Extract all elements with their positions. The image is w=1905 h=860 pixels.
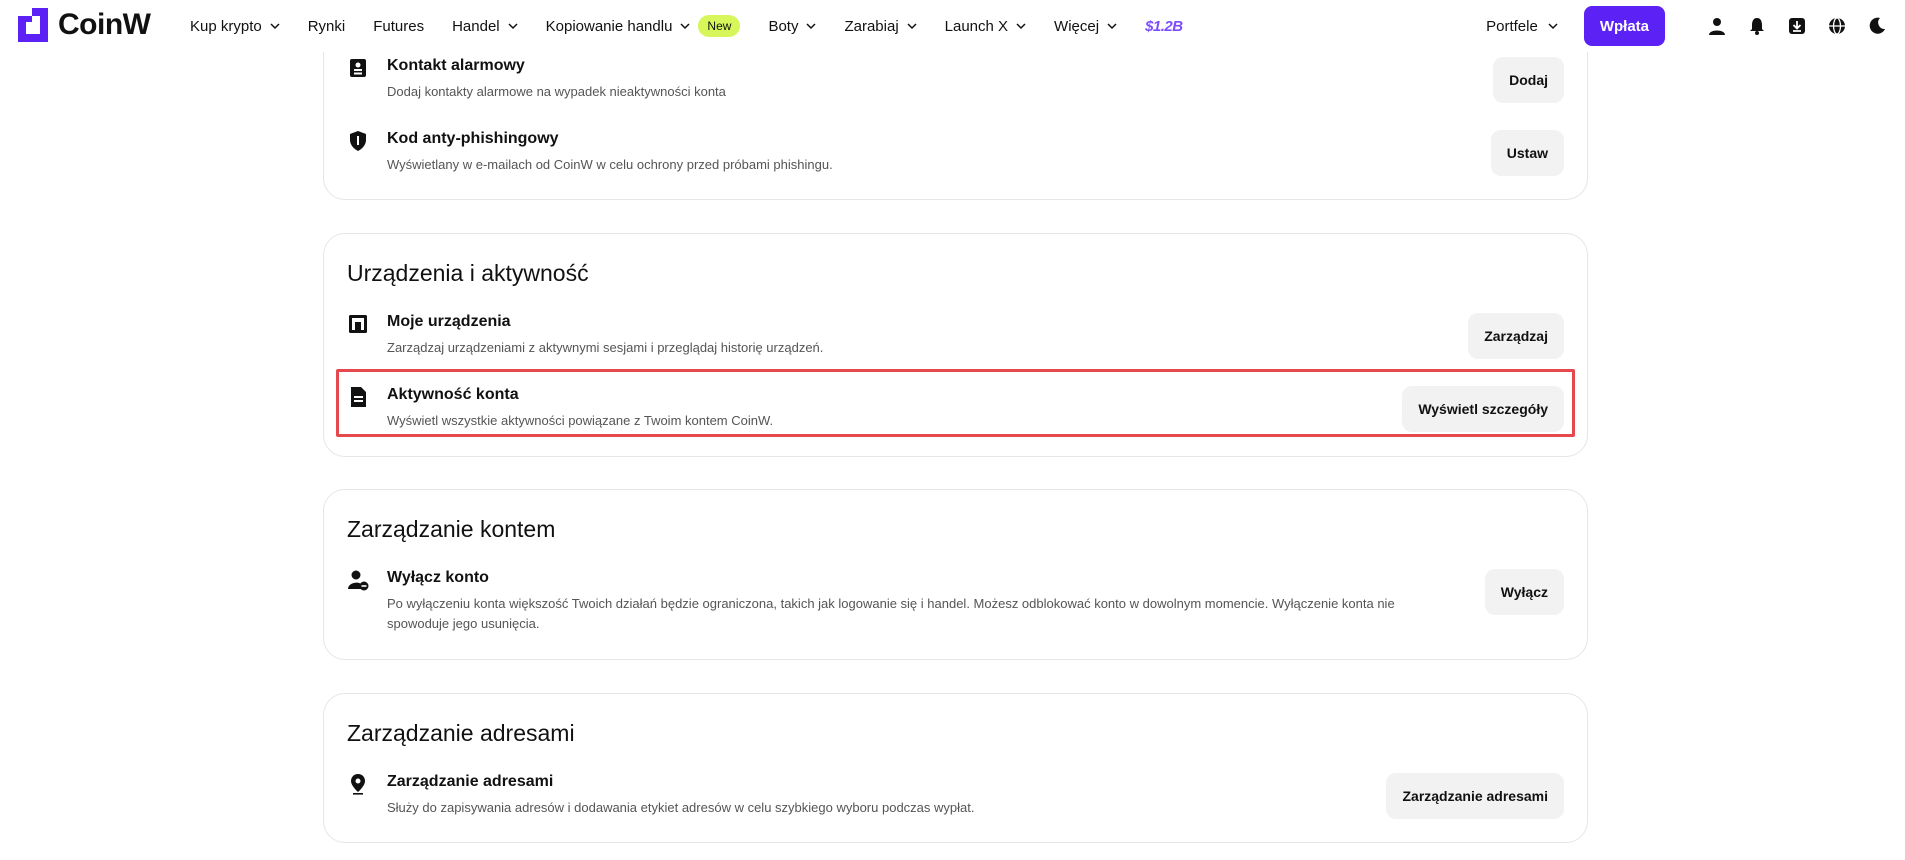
top-navigation: CoinW Kup krypto Rynki Futures Handel Ko… <box>0 0 1905 52</box>
row-title: Zarządzanie adresami <box>387 773 554 790</box>
main-nav: Kup krypto Rynki Futures Handel Kopiowan… <box>190 0 1211 52</box>
nav-rynki[interactable]: Rynki <box>308 18 346 35</box>
chevron-down-icon <box>806 23 816 30</box>
set-anti-phishing-button[interactable]: Ustaw <box>1490 130 1564 176</box>
promo-label: $1.2B <box>1145 17 1183 35</box>
devices-activity-card: Urządzenia i aktywność Moje urządzenia Z… <box>323 233 1588 457</box>
nav-label: Launch X <box>944 17 1009 35</box>
manage-addresses-button[interactable]: Zarządzanie adresami <box>1386 773 1564 819</box>
moon-icon[interactable] <box>1867 16 1887 36</box>
download-icon[interactable] <box>1787 16 1807 36</box>
chevron-down-icon <box>1107 23 1117 30</box>
chevron-down-icon <box>508 23 518 30</box>
nav-label: Handel <box>452 17 500 35</box>
bell-icon[interactable] <box>1747 16 1767 36</box>
nav-wiecej[interactable]: Więcej <box>1054 18 1117 35</box>
nav-boty[interactable]: Boty <box>768 18 816 35</box>
user-icon[interactable] <box>1707 16 1727 36</box>
section-title: Zarządzanie kontem <box>347 516 556 542</box>
settings-row-account-activity: Aktywność konta Wyświetl wszystkie aktyw… <box>347 386 1564 432</box>
contact-card-icon <box>350 59 366 77</box>
row-description: Służy do zapisywania adresów i dodawania… <box>387 800 975 815</box>
wallets-label: Portfele <box>1486 17 1538 35</box>
location-pin-icon <box>351 774 365 795</box>
user-disable-icon <box>348 570 369 591</box>
nav-launch-x[interactable]: Launch X <box>945 18 1026 35</box>
view-details-button[interactable]: Wyświetl szczegóły <box>1402 386 1564 432</box>
row-title: Kontakt alarmowy <box>387 57 525 74</box>
nav-label: Zarabiaj <box>844 17 899 35</box>
nav-label: Kopiowanie handlu <box>545 17 673 35</box>
row-description: Wyświetl wszystkie aktywności powiązane … <box>387 413 774 428</box>
nav-kup-krypto[interactable]: Kup krypto <box>190 18 280 35</box>
settings-row-emergency-contact: Kontakt alarmowy Dodaj kontakty alarmowe… <box>347 57 1564 103</box>
nav-label: Boty <box>768 17 799 35</box>
nav-promo[interactable]: $1.2B <box>1145 18 1183 35</box>
wallets-menu[interactable]: Portfele <box>1486 18 1558 35</box>
row-description: Zarządzaj urządzeniami z aktywnymi sesja… <box>387 340 824 355</box>
settings-row-address-management: Zarządzanie adresami Służy do zapisywani… <box>347 773 1564 819</box>
chevron-down-icon <box>680 23 690 30</box>
disable-account-button[interactable]: Wyłącz <box>1484 569 1564 615</box>
globe-icon[interactable] <box>1827 16 1847 36</box>
row-description: Wyświetlany w e-mailach od CoinW w celu … <box>387 157 833 172</box>
shield-icon <box>350 131 366 151</box>
nav-zarabiaj[interactable]: Zarabiaj <box>844 17 917 35</box>
chevron-down-icon <box>1548 23 1558 30</box>
nav-kopiowanie-handlu[interactable]: Kopiowanie handlu New <box>546 15 741 37</box>
deposit-button[interactable]: Wpłata <box>1583 6 1665 46</box>
new-badge: New <box>698 15 741 37</box>
nav-label: Więcej <box>1054 17 1100 35</box>
document-icon <box>351 387 366 407</box>
nav-handel[interactable]: Handel <box>452 18 518 35</box>
devices-icon <box>349 315 367 333</box>
nav-futures[interactable]: Futures <box>373 18 424 35</box>
nav-label: Futures <box>373 17 425 35</box>
security-card: Kontakt alarmowy Dodaj kontakty alarmowe… <box>323 30 1588 200</box>
logo-text: CoinW <box>58 8 151 41</box>
row-description: Po wyłączeniu konta większość Twoich dzi… <box>387 596 1395 631</box>
settings-row-disable-account: Wyłącz konto Po wyłączeniu konta większo… <box>347 569 1564 635</box>
row-title: Wyłącz konto <box>387 569 489 586</box>
nav-label: Rynki <box>307 17 346 35</box>
chevron-down-icon <box>1016 23 1026 30</box>
add-emergency-contact-button[interactable]: Dodaj <box>1493 57 1564 103</box>
section-title: Urządzenia i aktywność <box>347 260 589 286</box>
settings-row-anti-phishing: Kod anty-phishingowy Wyświetlany w e-mai… <box>347 130 1564 176</box>
chevron-down-icon <box>907 23 917 30</box>
coinw-logo-mark <box>18 8 48 42</box>
manage-devices-button[interactable]: Zarządzaj <box>1468 313 1564 359</box>
row-title: Aktywność konta <box>387 386 519 403</box>
address-management-card: Zarządzanie adresami Zarządzanie adresam… <box>323 693 1588 843</box>
nav-label: Kup krypto <box>190 17 262 35</box>
right-nav: Portfele Wpłata <box>1486 0 1887 52</box>
account-management-card: Zarządzanie kontem Wyłącz konto Po wyłąc… <box>323 489 1588 660</box>
row-title: Moje urządzenia <box>387 313 511 330</box>
settings-row-my-devices: Moje urządzenia Zarządzaj urządzeniami z… <box>347 313 1564 359</box>
section-title: Zarządzanie adresami <box>347 720 575 746</box>
row-title: Kod anty-phishingowy <box>387 130 559 147</box>
row-description: Dodaj kontakty alarmowe na wypadek nieak… <box>387 84 726 99</box>
coinw-logo[interactable]: CoinW <box>18 8 151 42</box>
chevron-down-icon <box>270 23 280 30</box>
